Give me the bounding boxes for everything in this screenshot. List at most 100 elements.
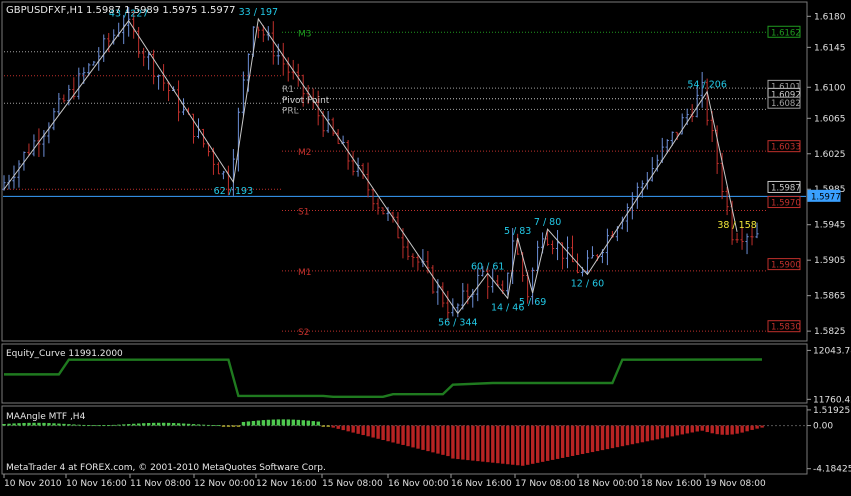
- oscillator-bar: [226, 425, 231, 427]
- oscillator-bar: [47, 423, 51, 426]
- oscillator-bar: [241, 421, 246, 426]
- oscillator-bar: [535, 425, 540, 463]
- oscillator-bar: [446, 425, 450, 457]
- oscillator-bar: [436, 425, 440, 454]
- oscillator-bar: [411, 425, 415, 448]
- oscillator-bar: [37, 422, 41, 426]
- chart-window[interactable]: 43 / 22762 / 19333 / 19756 / 34460 / 611…: [0, 0, 851, 492]
- pivot-label-m3: M3: [298, 29, 312, 39]
- chart-background: [0, 0, 851, 492]
- zigzag-label: 5 / 69: [519, 297, 546, 308]
- oscillator-bar: [386, 425, 390, 442]
- oscillator-bar: [132, 423, 136, 426]
- oscillator-bar: [570, 425, 575, 456]
- time-tick-label: 10 Nov 16:00: [66, 479, 127, 489]
- oscillator-bar: [610, 425, 615, 449]
- price-tick-label: 1.5825: [814, 327, 846, 337]
- oscillator-bar: [127, 424, 131, 426]
- oscillator-bar: [2, 424, 6, 426]
- oscillator-bar: [161, 422, 166, 426]
- time-tick-label: 16 Nov 00:00: [388, 479, 449, 489]
- pivot-label-m1: M1: [298, 268, 312, 278]
- oscillator-bar: [186, 423, 191, 426]
- oscillator-bar: [221, 425, 226, 427]
- pivot-label-prl: PRL: [282, 106, 299, 116]
- time-tick-label: 17 Nov 08:00: [515, 479, 576, 489]
- price-tick-label: 1.5865: [814, 292, 846, 302]
- oscillator-bar: [102, 425, 106, 427]
- pivot-label-pivot-point: Pivot Point: [282, 96, 330, 106]
- oscillator-bar: [715, 425, 719, 435]
- oscillator-bar: [491, 425, 495, 463]
- oscillator-bar: [97, 425, 101, 427]
- zigzag-label: 62 / 193: [214, 186, 253, 197]
- zigzag-label: 38 / 158: [717, 220, 756, 231]
- price-tick-label: 1.6180: [814, 12, 846, 22]
- zigzag-label: 12 / 60: [571, 278, 604, 289]
- oscillator-bar: [266, 419, 271, 426]
- oscillator-bar: [555, 425, 560, 459]
- oscillator-bar: [391, 425, 395, 443]
- ohlc-readout: 1.5987 1.5989 1.5975 1.5977: [86, 5, 236, 16]
- oscillator-bar: [201, 424, 206, 426]
- oscillator-bar: [311, 421, 315, 426]
- oscillator-bar: [231, 425, 236, 427]
- oscillator-bar: [680, 425, 685, 435]
- oscillator-bar: [376, 425, 380, 439]
- oscillator-bar: [710, 425, 714, 434]
- oscillator-bar: [176, 423, 181, 426]
- oscillator-bar: [236, 425, 241, 427]
- oscillator-bar: [506, 425, 510, 465]
- price-box-label: 1.5900: [771, 261, 801, 271]
- oscillator-bar: [107, 425, 111, 426]
- zigzag-label: 7 / 80: [534, 217, 561, 228]
- oscillator-bar: [471, 425, 475, 461]
- oscillator-bar: [540, 425, 545, 462]
- zigzag-label: 60 / 61: [471, 261, 504, 272]
- oscillator-bar: [381, 425, 385, 440]
- price-tick-label: 1.5945: [814, 221, 846, 231]
- oscillator-bar: [22, 422, 26, 426]
- pivot-label-s2: S2: [298, 328, 309, 338]
- oscillator-bar: [117, 424, 121, 426]
- oscillator-bar: [27, 422, 31, 426]
- oscillator-bar: [216, 425, 221, 427]
- oscillator-bar: [565, 425, 570, 457]
- oscillator-bar: [516, 425, 520, 466]
- oscillator-bar: [52, 423, 56, 426]
- oscillator-bar: [32, 422, 36, 426]
- time-tick-label: 15 Nov 08:00: [322, 479, 383, 489]
- oscillator-bar: [296, 419, 301, 426]
- oscillator-bar: [251, 420, 256, 426]
- oscillator-bar: [486, 425, 490, 463]
- oscillator-title: MAAngle MTF ,H4: [6, 412, 86, 422]
- oscillator-bar: [196, 424, 201, 426]
- oscillator-bar: [156, 422, 161, 426]
- oscillator-bar: [261, 420, 266, 426]
- oscillator-bar: [720, 425, 724, 435]
- oscillator-bar: [401, 425, 405, 445]
- time-tick-label: 18 Nov 00:00: [578, 479, 639, 489]
- oscillator-bar: [57, 423, 61, 426]
- oscillator-bar: [7, 423, 11, 426]
- oscillator-bar: [615, 425, 620, 448]
- oscillator-tick-label: 1.51925: [813, 406, 850, 416]
- oscillator-bar: [17, 423, 21, 426]
- oscillator-bar: [550, 425, 555, 460]
- equity-title: Equity_Curve 11991.2000: [6, 349, 123, 359]
- oscillator-bar: [521, 425, 525, 466]
- oscillator-bar: [695, 425, 699, 432]
- oscillator-bar: [476, 425, 480, 462]
- oscillator-bar: [670, 425, 675, 437]
- oscillator-bar: [92, 425, 96, 427]
- oscillator-bar: [590, 425, 595, 453]
- oscillator-bar: [246, 421, 251, 426]
- oscillator-bar: [760, 425, 764, 428]
- oscillator-bar: [331, 425, 335, 428]
- oscillator-bar: [705, 425, 709, 433]
- oscillator-bar: [496, 425, 500, 464]
- oscillator-bar: [152, 422, 156, 426]
- oscillator-bar: [87, 425, 91, 426]
- oscillator-bar: [77, 424, 81, 426]
- time-tick-label: 19 Nov 08:00: [705, 479, 766, 489]
